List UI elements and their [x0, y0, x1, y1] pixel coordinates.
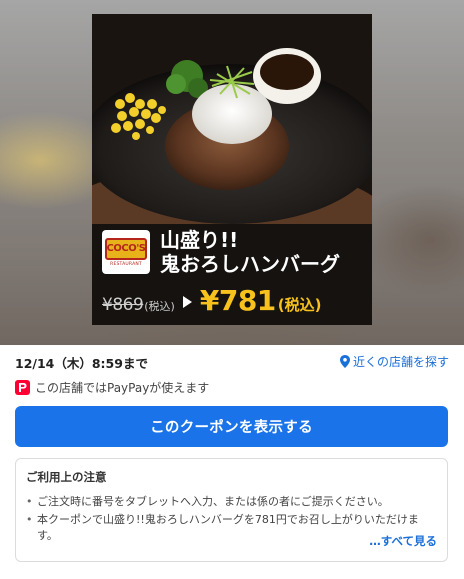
map-pin-icon — [339, 355, 350, 368]
usage-notes: ご利用上の注意 ご注文時に番号をタブレットへ入力、または係の者にご提示ください。… — [15, 458, 448, 562]
hamburger-steak-photo — [92, 14, 372, 224]
cocos-logo-text: COCO'S — [105, 237, 147, 260]
promo-item-name: 山盛り!! 鬼おろしハンバーグ — [160, 228, 340, 276]
new-price: ¥781 — [199, 284, 276, 317]
notes-title: ご利用上の注意 — [26, 470, 107, 484]
coupon-details: 12/14（木）8:59まで 近くの店舗を探す この店舗ではPayPayが使えま… — [0, 345, 464, 579]
old-price: ¥869 — [102, 295, 144, 315]
paypay-notice: この店舗ではPayPayが使えます — [15, 379, 209, 396]
nearby-stores-label: 近くの店舗を探す — [352, 355, 449, 369]
old-price-tax: (税込) — [144, 300, 175, 313]
cocos-logo-subtext: RESTAURANT — [110, 261, 142, 267]
new-price-tax: (税込) — [277, 296, 322, 314]
expiry-text: 12/14（木）8:59まで — [15, 356, 148, 371]
show-coupon-button[interactable]: このクーポンを表示する — [15, 406, 448, 447]
cocos-logo: COCO'S RESTAURANT — [102, 230, 150, 274]
promo-title-row: COCO'S RESTAURANT 山盛り!! 鬼おろしハンバーグ — [102, 224, 364, 280]
paypay-text: この店舗ではPayPayが使えます — [35, 381, 210, 395]
see-all-link[interactable]: …すべて見る — [363, 533, 437, 549]
nearby-stores-link[interactable]: 近くの店舗を探す — [339, 353, 449, 370]
note-item: ご注文時に番号をタブレットへ入力、または係の者にご提示ください。 — [26, 494, 437, 510]
price-row: ¥869 (税込) ¥781 (税込) — [102, 286, 364, 318]
paypay-icon — [15, 380, 30, 395]
promo-image-card: COCO'S RESTAURANT 山盛り!! 鬼おろしハンバーグ ¥869 (… — [92, 14, 372, 325]
arrow-right-icon — [182, 296, 192, 308]
